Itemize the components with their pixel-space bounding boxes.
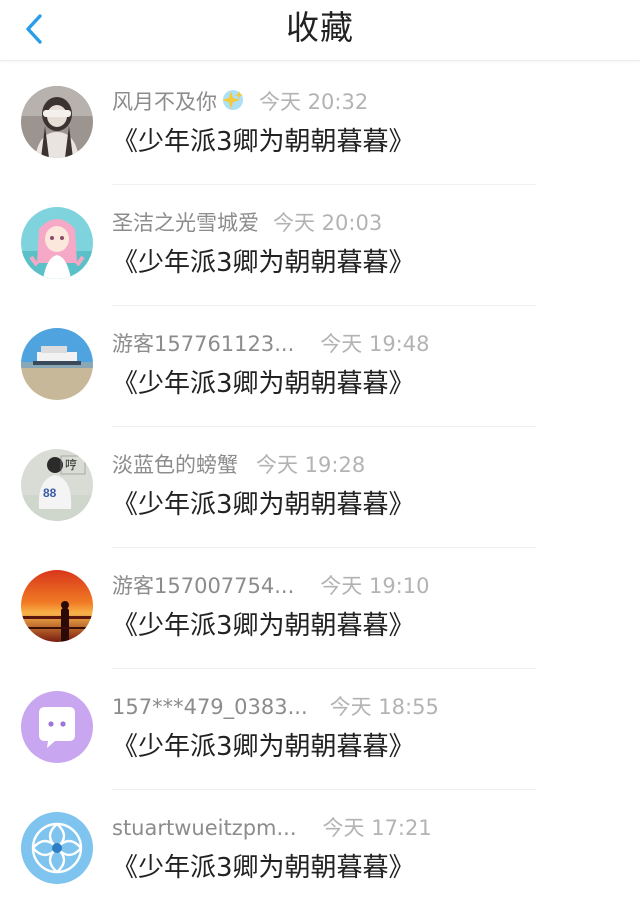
avatar[interactable]	[21, 812, 93, 884]
avatar[interactable]	[21, 86, 93, 158]
user-name: 风月不及你	[112, 90, 217, 114]
timestamp: 今天 18:55	[329, 695, 439, 719]
list-item[interactable]: 157***479_0383... 今天 18:55 《少年派3卿为朝朝暮暮》	[0, 669, 640, 790]
timestamp: 今天 19:28	[256, 453, 366, 477]
user-name: 游客157761123...	[112, 332, 295, 356]
list-item[interactable]: 圣洁之光雪城爱 今天 20:03 《少年派3卿为朝朝暮暮》	[0, 185, 640, 306]
favorite-title[interactable]: 《少年派3卿为朝朝暮暮》	[112, 850, 415, 886]
favorite-title[interactable]: 《少年派3卿为朝朝暮暮》	[112, 124, 415, 160]
page-title: 收藏	[286, 8, 354, 47]
item-meta: 157***479_0383... 今天 18:55	[112, 693, 439, 721]
favorite-title[interactable]: 《少年派3卿为朝朝暮暮》	[112, 729, 415, 765]
favorite-title[interactable]: 《少年派3卿为朝朝暮暮》	[112, 487, 415, 523]
item-meta: 游客157761123... 今天 19:48	[112, 330, 429, 358]
avatar[interactable]	[21, 570, 93, 642]
list-item[interactable]: 88 哼 淡蓝色的螃蟹 今天 19:28 《少年派3卿为朝朝暮暮》	[0, 427, 640, 548]
list-item[interactable]: 风月不及你 今天 20:32 《少年派3卿为朝朝暮暮》	[0, 64, 640, 185]
list-item[interactable]: 游客157007754... 今天 19:10 《少年派3卿为朝朝暮暮》	[0, 548, 640, 669]
timestamp: 今天 17:21	[322, 816, 432, 840]
user-name: 游客157007754...	[112, 574, 295, 598]
item-meta: 淡蓝色的螃蟹 今天 19:28	[112, 451, 365, 479]
timestamp: 今天 19:48	[320, 332, 430, 356]
item-meta: 圣洁之光雪城爱 今天 20:03	[112, 209, 382, 237]
favorites-list: 风月不及你 今天 20:32 《少年派3卿为朝朝暮暮》 圣洁之光雪城爱 今天 2…	[0, 64, 640, 903]
svg-text:88: 88	[43, 486, 57, 500]
timestamp: 今天 20:03	[273, 211, 383, 235]
item-meta: stuartwueitzpm... 今天 17:21	[112, 814, 432, 842]
sparkle-star-icon	[219, 88, 245, 119]
svg-text:哼: 哼	[65, 457, 77, 472]
favorite-title[interactable]: 《少年派3卿为朝朝暮暮》	[112, 245, 415, 281]
timestamp: 今天 19:10	[320, 574, 430, 598]
list-item[interactable]: stuartwueitzpm... 今天 17:21 《少年派3卿为朝朝暮暮》	[0, 790, 640, 903]
favorite-title[interactable]: 《少年派3卿为朝朝暮暮》	[112, 608, 415, 644]
user-name: 淡蓝色的螃蟹	[112, 453, 238, 477]
list-item[interactable]: 游客157761123... 今天 19:48 《少年派3卿为朝朝暮暮》	[0, 306, 640, 427]
favorite-title[interactable]: 《少年派3卿为朝朝暮暮》	[112, 366, 415, 402]
user-name: 157***479_0383...	[112, 695, 308, 719]
item-meta: 游客157007754... 今天 19:10	[112, 572, 429, 600]
avatar[interactable]	[21, 691, 93, 763]
timestamp: 今天 20:32	[259, 90, 369, 114]
avatar[interactable]	[21, 207, 93, 279]
avatar[interactable]	[21, 328, 93, 400]
avatar[interactable]: 88 哼	[21, 449, 93, 521]
user-name: stuartwueitzpm...	[112, 816, 297, 840]
top-navigation-bar: 收藏	[0, 0, 640, 61]
item-meta: 风月不及你 今天 20:32	[112, 88, 368, 119]
user-name: 圣洁之光雪城爱	[112, 211, 259, 235]
favorites-page: 收藏 风月不及你 今天 20:32 《少年派3卿为朝朝暮暮》 圣洁之光雪城爱 今…	[0, 0, 640, 903]
